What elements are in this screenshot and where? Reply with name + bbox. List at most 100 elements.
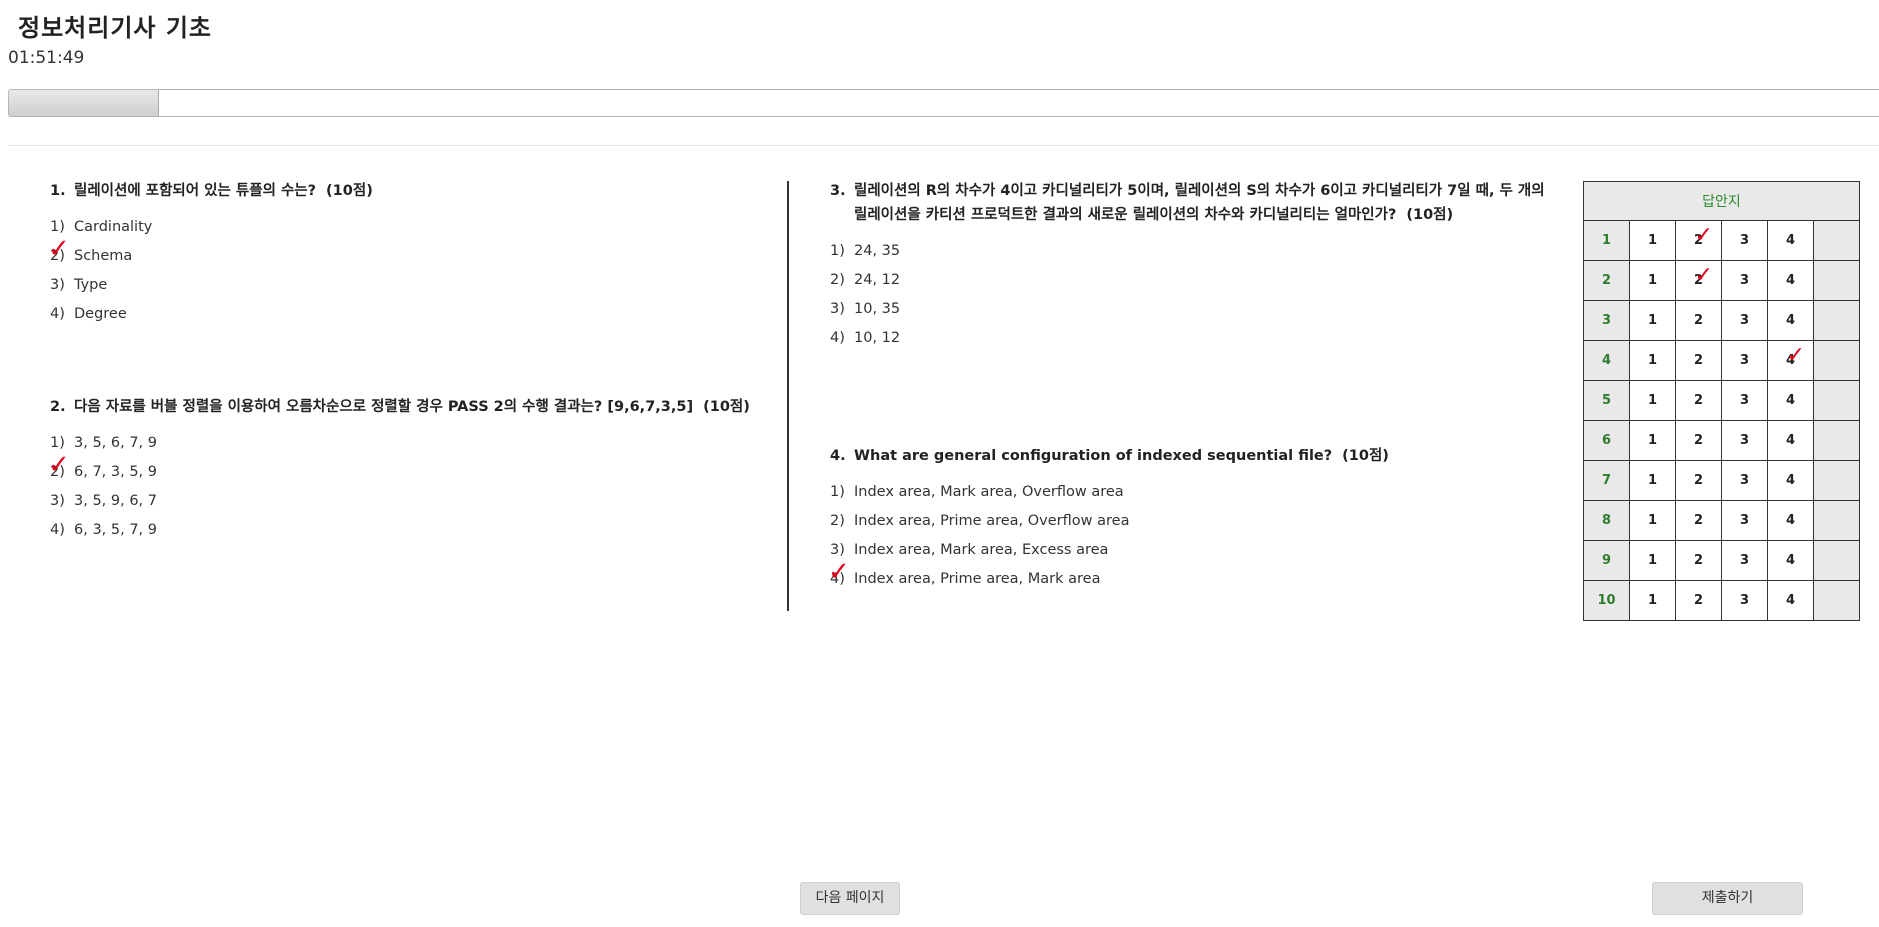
answer-choice-label: 2 — [1693, 233, 1704, 248]
answer-question-number: 4 — [1583, 340, 1630, 381]
answer-choice-cell[interactable]: 1 — [1629, 380, 1676, 421]
answer-choice-label: 4 — [1785, 353, 1796, 368]
choice-1[interactable]: 1) 3, 5, 6, 7, 9 — [50, 429, 780, 458]
choice-2[interactable]: 2) 24, 12 — [830, 266, 1545, 295]
choice-2[interactable]: 2) 6, 7, 3, 5, 9 ✓ — [48, 452, 780, 487]
answer-choice-cell[interactable]: 1 — [1629, 220, 1676, 261]
choice-text: 24, 35 — [854, 243, 901, 259]
answer-choice-cell[interactable]: 2 — [1675, 500, 1722, 541]
answer-choice-cell[interactable]: 2 — [1675, 540, 1722, 581]
answer-choice-cell[interactable]: 2 ✓ — [1675, 220, 1722, 261]
answer-choice-cell[interactable]: 4 — [1767, 380, 1814, 421]
choice-1[interactable]: 1) 24, 35 — [830, 237, 1545, 266]
answer-choice-cell[interactable]: 4 — [1767, 420, 1814, 461]
choice-3[interactable]: 3) 10, 35 — [830, 295, 1545, 324]
answer-choice-cell[interactable]: 1 — [1629, 300, 1676, 341]
choice-number: 3) — [830, 301, 845, 317]
answer-choice-cell[interactable]: 4 — [1767, 220, 1814, 261]
answer-row: 10 1 2 3 4 — [1583, 580, 1860, 621]
choice-4[interactable]: 4) 10, 12 — [830, 324, 1545, 353]
choice-1[interactable]: 1) Cardinality — [50, 213, 770, 242]
answer-row: 9 1 2 3 4 — [1583, 540, 1860, 581]
answer-choice-label: 3 — [1739, 233, 1750, 248]
answer-choice-cell[interactable]: 3 — [1721, 580, 1768, 621]
answer-choice-cell[interactable]: 2 — [1675, 340, 1722, 381]
next-page-button[interactable]: 다음 페이지 — [800, 882, 900, 915]
answer-choice-label: 4 — [1785, 233, 1796, 248]
answer-choice-cell[interactable]: 2 ✓ — [1675, 260, 1722, 301]
answer-choice-label: 1 — [1647, 233, 1658, 248]
answer-blank-cell — [1813, 260, 1860, 301]
choice-1[interactable]: 1) Index area, Mark area, Overflow area — [830, 478, 1545, 507]
choice-4[interactable]: 4) Index area, Prime area, Mark area ✓ — [828, 559, 1545, 594]
progress-bar — [8, 89, 1879, 117]
choice-text: Schema — [74, 248, 133, 264]
answer-choice-cell[interactable]: 1 — [1629, 580, 1676, 621]
answer-row: 4 1 2 3 4 ✓ — [1583, 340, 1860, 381]
choice-4[interactable]: 4) Degree — [50, 300, 770, 329]
answer-choice-cell[interactable]: 1 — [1629, 260, 1676, 301]
answer-choice-cell[interactable]: 3 — [1721, 220, 1768, 261]
answer-choice-cell[interactable]: 2 — [1675, 300, 1722, 341]
answer-choice-cell[interactable]: 4 — [1767, 460, 1814, 501]
answer-choice-cell[interactable]: 3 — [1721, 300, 1768, 341]
answer-choice-label: 4 — [1785, 553, 1796, 568]
answer-row: 2 1 2 ✓ 3 4 — [1583, 260, 1860, 301]
answer-choice-label: 1 — [1647, 473, 1658, 488]
answer-choice-label: 2 — [1693, 273, 1704, 288]
answer-choice-cell[interactable]: 4 — [1767, 540, 1814, 581]
column-divider — [787, 181, 789, 611]
choice-2[interactable]: 2) Index area, Prime area, Overflow area — [830, 507, 1545, 536]
answer-choice-cell[interactable]: 1 — [1629, 540, 1676, 581]
answer-choice-cell[interactable]: 2 — [1675, 580, 1722, 621]
choice-3[interactable]: 3) Type — [50, 271, 770, 300]
header-divider — [8, 145, 1879, 146]
question-number: 4. — [830, 448, 846, 464]
answer-blank-cell — [1813, 540, 1860, 581]
question-number: 2. — [50, 399, 66, 415]
page-title: 정보처리기사 기초 — [18, 14, 212, 42]
answer-choice-label: 2 — [1693, 353, 1704, 368]
choice-2[interactable]: 2) Schema ✓ — [48, 236, 770, 271]
question-1: 1. 릴레이션에 포함되어 있는 튜플의 수는? (10점) 1) Cardinal… — [48, 179, 770, 329]
answer-choice-label: 4 — [1785, 433, 1796, 448]
answer-choice-cell[interactable]: 4 — [1767, 580, 1814, 621]
choice-4[interactable]: 4) 6, 3, 5, 7, 9 — [50, 516, 780, 545]
choice-number: 1) — [830, 484, 845, 500]
answer-choice-cell[interactable]: 3 — [1721, 260, 1768, 301]
answer-choice-cell[interactable]: 4 — [1767, 300, 1814, 341]
choice-text: Cardinality — [74, 219, 153, 235]
choice-number: 1) — [50, 219, 65, 235]
answer-choice-cell[interactable]: 4 — [1767, 260, 1814, 301]
answer-choice-label: 1 — [1647, 313, 1658, 328]
choice-3[interactable]: 3) Index area, Mark area, Excess area — [830, 536, 1545, 565]
answer-choice-label: 2 — [1693, 393, 1704, 408]
answer-choice-label: 1 — [1647, 393, 1658, 408]
submit-button[interactable]: 제출하기 — [1652, 882, 1803, 915]
answer-row: 6 1 2 3 4 — [1583, 420, 1860, 461]
answer-choice-cell[interactable]: 3 — [1721, 540, 1768, 581]
answer-choice-cell[interactable]: 4 — [1767, 500, 1814, 541]
answer-choice-label: 1 — [1647, 553, 1658, 568]
choice-number: 3) — [830, 542, 845, 558]
choice-3[interactable]: 3) 3, 5, 9, 6, 7 — [50, 487, 780, 516]
answer-choice-label: 1 — [1647, 353, 1658, 368]
answer-choice-cell[interactable]: 2 — [1675, 420, 1722, 461]
answer-choice-cell[interactable]: 1 — [1629, 420, 1676, 461]
answer-choice-cell[interactable]: 2 — [1675, 380, 1722, 421]
choice-number: 2) — [830, 513, 845, 529]
answer-choice-cell[interactable]: 3 — [1721, 380, 1768, 421]
answer-choice-cell[interactable]: 4 ✓ — [1767, 340, 1814, 381]
question-3: 3. 릴레이션의 R의 차수가 4이고 카디널리티가 5이며, 릴레이션의 S의… — [830, 179, 1545, 353]
answer-choice-cell[interactable]: 1 — [1629, 340, 1676, 381]
answer-choice-cell[interactable]: 2 — [1675, 460, 1722, 501]
answer-choice-cell[interactable]: 3 — [1721, 420, 1768, 461]
answer-choice-cell[interactable]: 1 — [1629, 460, 1676, 501]
answer-row: 3 1 2 3 4 — [1583, 300, 1860, 341]
question-points: (10점) — [1342, 448, 1389, 464]
answer-choice-cell[interactable]: 3 — [1721, 460, 1768, 501]
answer-choice-cell[interactable]: 3 — [1721, 500, 1768, 541]
answer-choice-cell[interactable]: 1 — [1629, 500, 1676, 541]
answer-choice-cell[interactable]: 3 — [1721, 340, 1768, 381]
question-text: 다음 자료를 버블 정렬을 이용하여 오름차순으로 정렬할 경우 PASS 2의… — [74, 399, 694, 415]
